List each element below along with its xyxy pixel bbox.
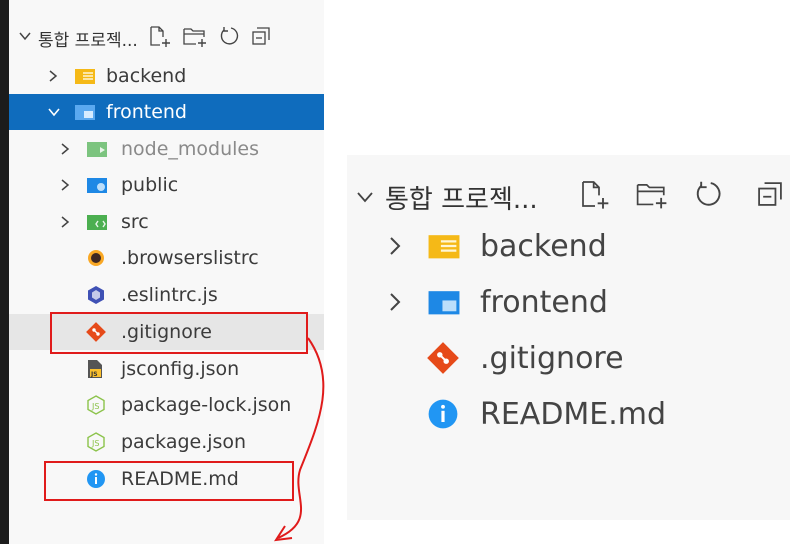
move-arrow xyxy=(274,337,325,542)
